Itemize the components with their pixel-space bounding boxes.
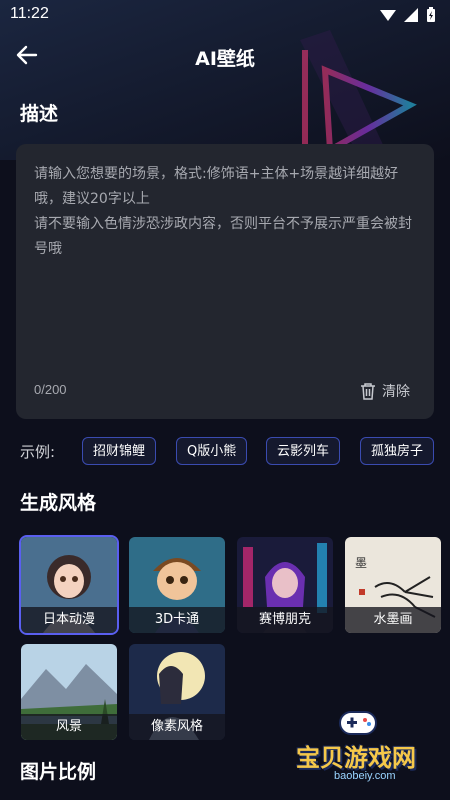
ratio-heading: 图片比例 xyxy=(20,761,97,783)
style-label: 像素风格 xyxy=(129,714,225,740)
style-label: 风景 xyxy=(21,714,117,740)
example-chip[interactable]: Q版小熊 xyxy=(176,437,248,465)
gamepad-icon xyxy=(339,711,377,735)
signal-icon xyxy=(380,10,396,21)
status-icons xyxy=(380,7,436,23)
style-label: 水墨画 xyxy=(345,607,441,633)
char-counter: 0/200 xyxy=(34,382,67,397)
examples-label: 示例: xyxy=(20,443,56,461)
svg-text:墨: 墨 xyxy=(355,556,367,570)
style-label: 日本动漫 xyxy=(21,607,117,633)
clear-button[interactable]: 清除 xyxy=(360,381,410,401)
watermark: 宝贝游戏网 baobeiy.com xyxy=(290,706,430,796)
header-background-art xyxy=(0,0,450,160)
description-placeholder: 请输入您想要的场景，格式:修饰语+主体+场景越详细越好哦，建议20字以上 请不要… xyxy=(34,166,412,257)
watermark-name: 宝贝游戏网 xyxy=(296,744,416,772)
style-label: 3D卡通 xyxy=(129,607,225,633)
styles-heading: 生成风格 xyxy=(20,492,97,514)
status-time: 11:22 xyxy=(10,5,49,22)
example-chip[interactable]: 招财锦鲤 xyxy=(82,437,157,465)
style-card-3d-cartoon[interactable]: 3D卡通 xyxy=(129,537,225,633)
style-card-cyberpunk[interactable]: 赛博朋克 xyxy=(237,537,333,633)
description-heading: 描述 xyxy=(20,103,59,125)
example-chip[interactable]: 云影列车 xyxy=(266,437,341,465)
style-label: 赛博朋克 xyxy=(237,607,333,633)
clear-label: 清除 xyxy=(382,384,410,400)
battery-icon xyxy=(427,7,435,22)
page-title: AI壁纸 xyxy=(195,48,255,70)
watermark-domain: baobeiy.com xyxy=(334,770,396,782)
style-card-anime[interactable]: 日本动漫 xyxy=(21,537,117,633)
style-card-pixel[interactable]: 像素风格 xyxy=(129,644,225,740)
example-chip[interactable]: 孤独房子 xyxy=(360,437,435,465)
wifi-icon xyxy=(404,8,418,22)
style-card-ink-painting[interactable]: 墨 水墨画 xyxy=(345,537,441,633)
trash-icon xyxy=(361,383,375,400)
style-card-landscape[interactable]: 风景 xyxy=(21,644,117,740)
description-input[interactable]: 请输入您想要的场景，格式:修饰语+主体+场景越详细越好哦，建议20字以上 请不要… xyxy=(16,144,434,419)
